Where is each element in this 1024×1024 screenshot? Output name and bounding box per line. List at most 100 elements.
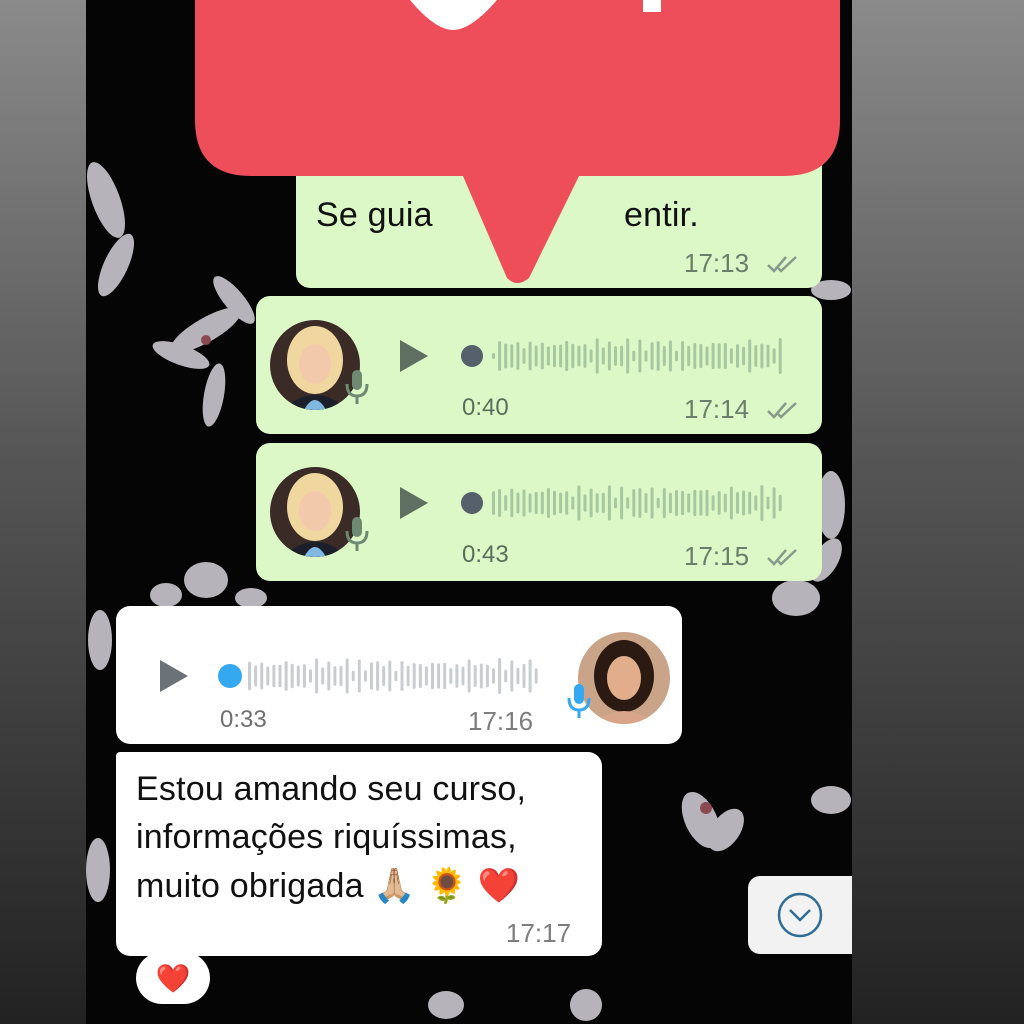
play-icon[interactable]	[398, 485, 430, 521]
waveform-bar	[461, 666, 465, 686]
waveform-bar	[717, 343, 721, 369]
double-check-icon	[767, 549, 797, 566]
waveform-bar	[681, 490, 685, 516]
heart-notification-icon	[195, 0, 840, 283]
waveform-bar	[577, 485, 581, 521]
waveform-bar	[675, 490, 678, 516]
waveform-bar	[754, 495, 758, 511]
waveform-bar	[528, 493, 532, 513]
waveform-bar	[577, 345, 581, 367]
waveform-bar	[412, 663, 416, 689]
waveform-bar	[272, 664, 276, 688]
waveform-bar	[321, 667, 325, 685]
waveform-bar	[607, 485, 611, 521]
waveform-bar	[662, 488, 666, 518]
waveform-bar	[339, 665, 343, 687]
waveform-bar	[437, 663, 441, 689]
voice-waveform[interactable]	[460, 477, 790, 529]
waveform-bar	[394, 670, 398, 682]
waveform-bar	[766, 496, 770, 510]
waveform-bar	[510, 488, 514, 518]
waveform-bar	[370, 662, 373, 690]
microphone-icon	[345, 517, 369, 551]
waveform-bar	[345, 658, 349, 694]
play-icon[interactable]	[158, 658, 190, 694]
waveform-bar	[510, 660, 514, 692]
waveform-bar	[705, 489, 709, 517]
waveform-bar	[742, 346, 746, 366]
waveform-bar	[583, 494, 587, 512]
waveform-bar	[327, 661, 331, 691]
waveform-bar	[705, 346, 709, 366]
waveform-bar	[333, 666, 337, 686]
waveform-bar	[595, 338, 599, 374]
message-bubble-incoming-text[interactable]: Estou amando seu curso, informações riqu…	[116, 752, 602, 956]
waveform-bar	[626, 497, 630, 509]
voice-waveform[interactable]	[216, 650, 546, 702]
waveform-bar	[534, 668, 538, 684]
waveform-bar	[687, 493, 691, 513]
message-text-line: Estou amando seu curso,	[136, 770, 527, 808]
message-time: 17:14	[684, 394, 750, 424]
waveform-bar	[504, 669, 508, 683]
voice-duration: 0:33	[220, 706, 267, 733]
waveform-bar	[778, 338, 782, 374]
waveform-bar	[516, 342, 520, 370]
waveform-bar	[729, 486, 733, 520]
waveform-bar	[504, 495, 508, 511]
waveform-bar	[736, 344, 739, 368]
waveform-bar	[351, 670, 355, 682]
waveform-bar	[540, 491, 544, 515]
waveform-bar	[650, 342, 654, 370]
waveform-bar	[309, 669, 312, 683]
waveform-bar	[418, 663, 422, 689]
waveform-bar	[290, 663, 294, 689]
waveform-bar	[296, 665, 300, 687]
left-backdrop	[0, 0, 86, 1024]
chevron-down-icon	[777, 892, 823, 938]
waveform-bar	[516, 667, 520, 685]
waveform-bar	[644, 492, 648, 514]
waveform-bar	[742, 490, 746, 516]
waveform-bar	[583, 344, 587, 368]
waveform-bar	[748, 339, 752, 373]
waveform-bar	[620, 486, 624, 520]
voice-message-outgoing[interactable]: 0:40 17:14	[256, 296, 822, 434]
waveform-bar	[717, 491, 721, 515]
waveform-bar	[650, 487, 654, 519]
voice-message-incoming[interactable]: 0:33 17:16	[116, 606, 682, 744]
scroll-to-bottom-button[interactable]	[748, 876, 852, 954]
waveform-bar	[766, 344, 770, 368]
waveform-bar	[260, 662, 264, 690]
voice-message-outgoing[interactable]: 0:43 17:15	[256, 443, 822, 581]
waveform-bar	[284, 660, 288, 692]
waveform-bar	[449, 668, 453, 684]
message-reaction[interactable]: ❤️	[136, 952, 210, 1004]
waveform-bar	[693, 489, 697, 517]
waveform-bar	[760, 343, 764, 369]
voice-waveform[interactable]	[460, 330, 790, 382]
waveform-bar	[723, 342, 727, 370]
waveform-bar	[632, 350, 636, 362]
waveform-bar	[711, 342, 715, 370]
waveform-bar	[376, 661, 380, 691]
waveform-bar	[565, 340, 569, 372]
waveform-bar	[681, 341, 685, 371]
waveform-bar	[699, 490, 703, 516]
waveform-bar	[522, 348, 526, 364]
right-backdrop	[852, 0, 1024, 1024]
waveform-bar	[363, 670, 367, 682]
play-icon[interactable]	[398, 338, 430, 374]
waveform-bar	[589, 349, 593, 363]
waveform-bar	[516, 492, 520, 514]
waveform-bar	[406, 665, 410, 687]
waveform-bar	[498, 341, 502, 371]
waveform-bar	[675, 350, 678, 362]
waveform-bar	[614, 497, 617, 509]
waveform-bar	[638, 339, 642, 373]
voice-duration: 0:40	[462, 394, 509, 421]
microphone-icon	[345, 370, 369, 404]
waveform-bar	[760, 485, 764, 521]
waveform-bar	[540, 342, 544, 370]
waveform-bar	[315, 658, 319, 694]
